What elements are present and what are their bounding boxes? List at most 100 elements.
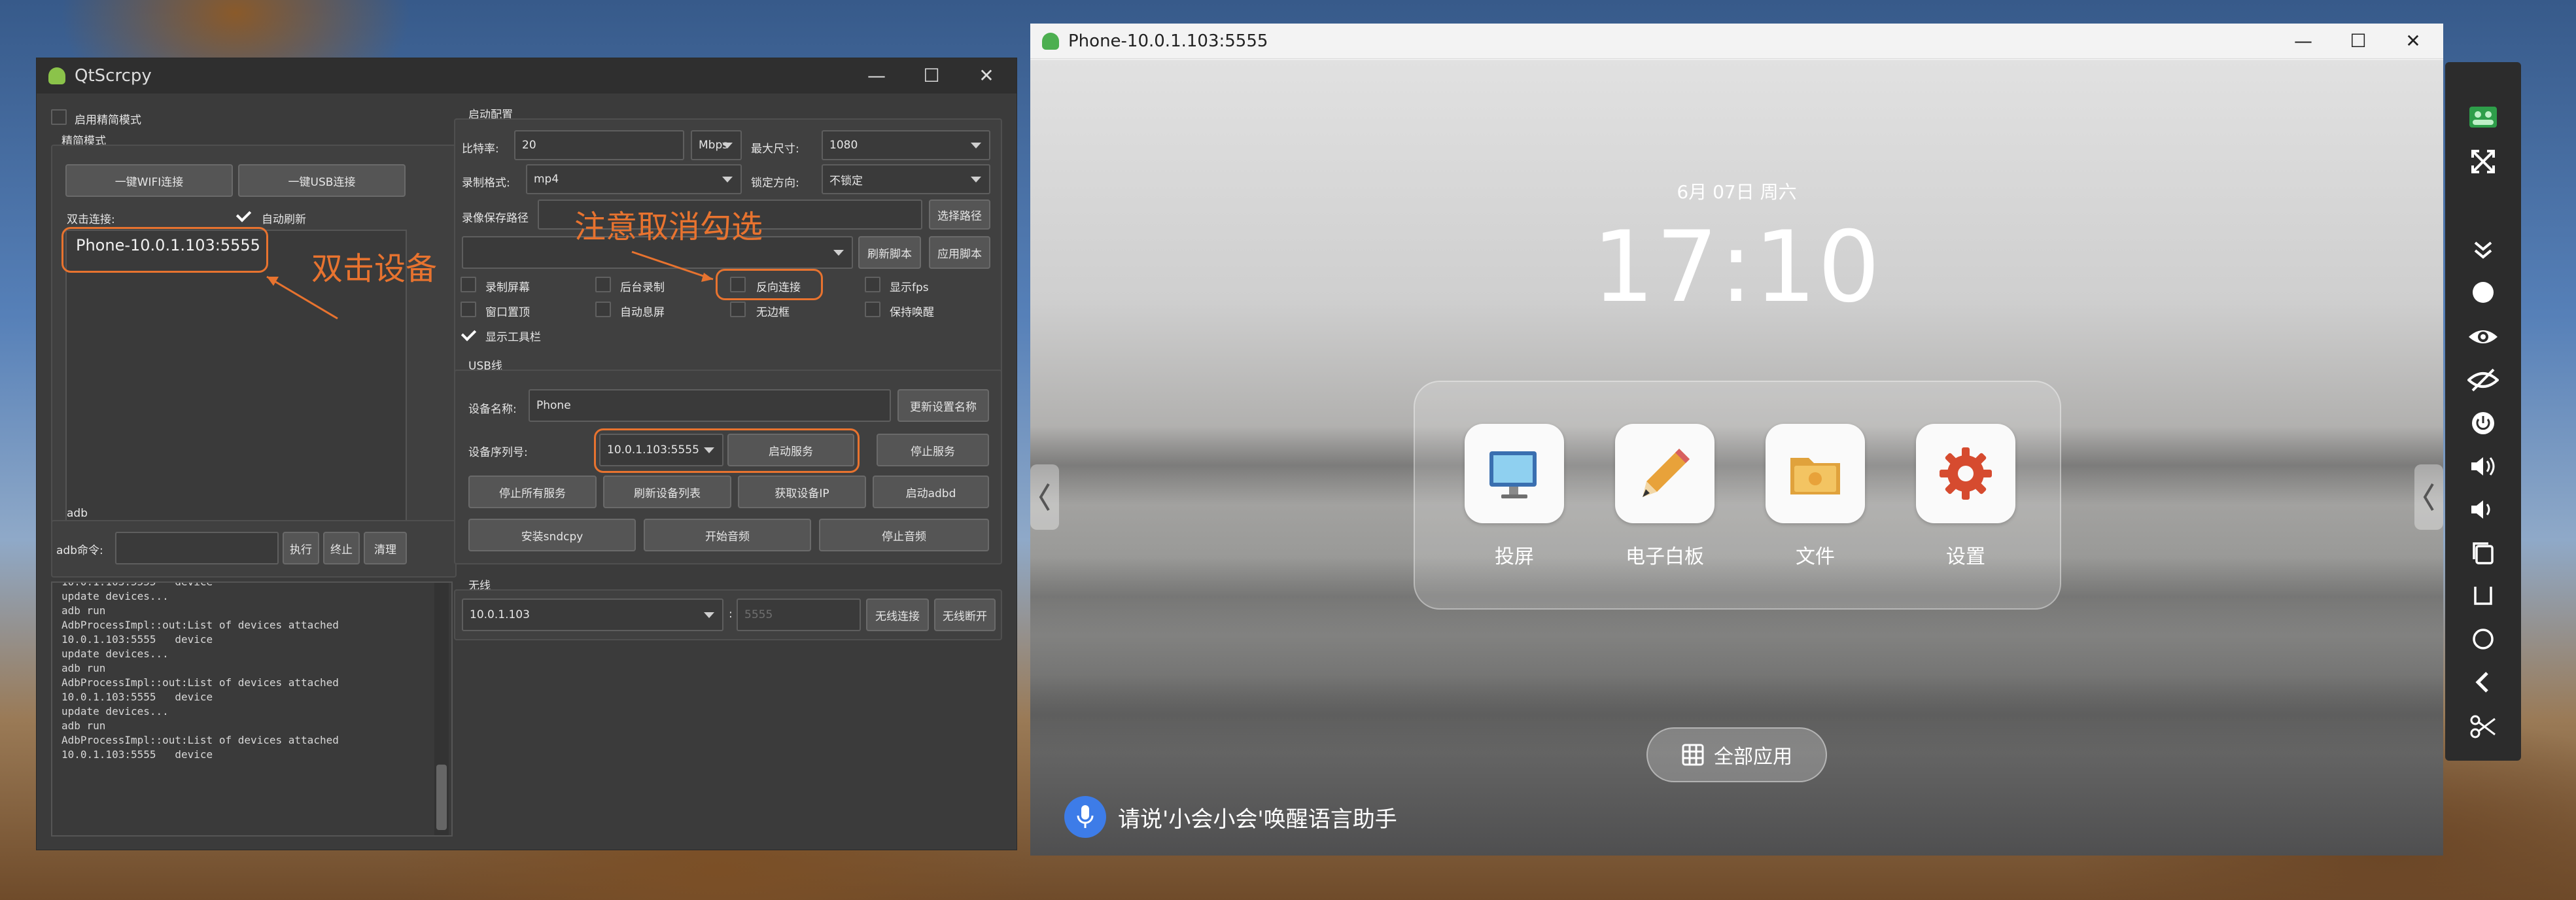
usb-connect-button[interactable]: 一键USB连接 (238, 164, 406, 197)
app-whiteboard[interactable]: 电子白板 (1612, 424, 1717, 569)
close-icon[interactable]: ✕ (968, 58, 1005, 94)
volume-up-icon[interactable] (2445, 447, 2521, 486)
adb-command-input[interactable] (115, 532, 279, 564)
log-line: adb run (61, 662, 106, 674)
fullscreen-icon[interactable] (2445, 142, 2521, 181)
log-line: 10.0.1.103:5555 device (61, 748, 213, 761)
wireless-disconnect-button[interactable]: 无线断开 (934, 598, 996, 631)
record-format-select[interactable]: mp4 (526, 164, 742, 194)
app-label: 投屏 (1495, 545, 1534, 568)
update-name-button[interactable]: 更新设置名称 (897, 389, 989, 422)
refresh-script-button[interactable]: 刷新脚本 (858, 236, 921, 269)
app-files[interactable]: 文件 (1763, 424, 1868, 569)
app-switch-icon[interactable] (2445, 533, 2521, 572)
volume-down-icon[interactable] (2445, 490, 2521, 529)
phone-screen[interactable]: 6月 07日 周六 17:10 投屏 电子白板 文件 设置 全部应用 请说'小会… (1030, 60, 2443, 856)
show-fps-checkbox[interactable] (865, 277, 880, 292)
console-scroll-thumb[interactable] (436, 765, 447, 830)
apply-script-button[interactable]: 应用脚本 (929, 236, 990, 269)
bitrate-label: 比特率: (462, 143, 499, 156)
simple-mode-label: 启用精简模式 (75, 114, 141, 127)
record-screen-label: 录制屏幕 (485, 281, 530, 294)
phone-titlebar[interactable]: Phone-10.0.1.103:5555 — ☐ ✕ (1030, 24, 2443, 59)
install-sndcpy-button[interactable]: 安装sndcpy (468, 519, 636, 551)
select-path-button[interactable]: 选择路径 (929, 199, 990, 230)
window-title: QtScrcpy (75, 66, 152, 86)
dot-icon[interactable] (2445, 273, 2521, 312)
log-line: update devices... (61, 705, 169, 718)
max-size-select[interactable]: 1080 (822, 130, 990, 160)
stay-awake-checkbox[interactable] (865, 302, 880, 317)
maximize-icon[interactable]: ☐ (913, 58, 950, 94)
circle-icon[interactable] (2445, 619, 2521, 659)
bitrate-input[interactable]: 20 (514, 130, 684, 160)
pencil-icon (1643, 449, 1690, 497)
log-console[interactable]: 10.0.1.103:5555 device update devices...… (51, 581, 453, 837)
record-screen-checkbox[interactable] (461, 277, 476, 292)
phone-window: Phone-10.0.1.103:5555 — ☐ ✕ 6月 07日 周六 17… (1030, 24, 2443, 856)
home-icon[interactable] (2445, 576, 2521, 615)
all-apps-button[interactable]: 全部应用 (1646, 727, 1827, 782)
stop-audio-button[interactable]: 停止音频 (819, 519, 989, 551)
start-audio-button[interactable]: 开始音频 (644, 519, 811, 551)
minimize-icon[interactable]: — (2285, 24, 2322, 59)
left-edge-handle[interactable] (1030, 464, 1059, 530)
collapse-icon[interactable] (2445, 230, 2521, 269)
lock-clock: 17:10 (1592, 211, 1882, 324)
auto-refresh-checkbox[interactable] (235, 207, 251, 223)
show-toolbar-checkbox[interactable] (461, 326, 476, 342)
app-dock: 投屏 电子白板 文件 设置 (1414, 381, 2061, 610)
minimize-icon[interactable]: — (858, 58, 895, 94)
adb-stop-button[interactable]: 终止 (323, 532, 360, 564)
eye-off-icon[interactable] (2445, 360, 2521, 400)
group-icon[interactable] (2445, 97, 2521, 137)
app-screencast[interactable]: 投屏 (1462, 424, 1567, 569)
scrcpy-toolbar (2445, 62, 2521, 761)
start-adbd-button[interactable]: 启动adbd (873, 476, 989, 508)
serial-label: 设备序列号: (468, 446, 528, 459)
bitrate-unit-select[interactable]: Mbps (691, 130, 742, 160)
refresh-devices-button[interactable]: 刷新设备列表 (603, 476, 731, 508)
auto-screen-off-label: 自动息屏 (620, 306, 665, 319)
record-format-label: 录制格式: (462, 177, 510, 190)
get-device-ip-button[interactable]: 获取设备IP (738, 476, 866, 508)
qtscrcpy-titlebar[interactable]: QtScrcpy — ☐ ✕ (37, 58, 1017, 94)
all-apps-label: 全部应用 (1714, 746, 1792, 769)
adb-execute-button[interactable]: 执行 (283, 532, 319, 564)
auto-screen-off-checkbox[interactable] (595, 302, 611, 317)
background-record-label: 后台录制 (620, 281, 665, 294)
scissors-icon[interactable] (2445, 707, 2521, 746)
stop-all-services-button[interactable]: 停止所有服务 (468, 476, 597, 508)
log-line: adb run (61, 604, 106, 617)
chevron-left-icon (1039, 483, 1050, 511)
lock-orientation-select[interactable]: 不锁定 (822, 164, 990, 194)
voice-assistant-hint[interactable]: 请说'小会小会'唤醒语言助手 (1064, 793, 1397, 841)
maximize-icon[interactable]: ☐ (2340, 24, 2376, 59)
log-line: 10.0.1.103:5555 device (61, 691, 213, 703)
log-line: update devices... (61, 648, 169, 660)
simple-mode-checkbox[interactable] (51, 109, 67, 125)
app-settings[interactable]: 设置 (1913, 424, 2018, 569)
wireless-port-input[interactable]: 5555 (737, 598, 861, 631)
wireless-ip-select[interactable]: 10.0.1.103 (462, 598, 723, 631)
lock-date: 6月 07日 周六 (1677, 181, 1797, 203)
adb-clear-button[interactable]: 清理 (364, 532, 407, 564)
monitor-icon (1489, 451, 1537, 498)
console-scrollbar[interactable] (434, 583, 449, 835)
wireless-connect-button[interactable]: 无线连接 (866, 598, 929, 631)
frameless-checkbox[interactable] (730, 302, 746, 317)
always-on-top-checkbox[interactable] (461, 302, 476, 317)
device-name-input[interactable]: Phone (529, 389, 891, 422)
back-icon[interactable] (2445, 663, 2521, 702)
close-icon[interactable]: ✕ (2395, 24, 2431, 59)
right-edge-handle[interactable] (2414, 464, 2443, 530)
background-record-checkbox[interactable] (595, 277, 611, 292)
stop-service-button[interactable]: 停止服务 (877, 434, 989, 466)
eye-icon[interactable] (2445, 317, 2521, 356)
stay-awake-label: 保持唤醒 (890, 306, 934, 319)
wifi-connect-button[interactable]: 一键WIFI连接 (65, 164, 233, 197)
power-icon[interactable] (2445, 404, 2521, 443)
auto-refresh-label: 自动刷新 (262, 213, 306, 226)
log-line: adb run (61, 719, 106, 732)
folder-icon (1790, 458, 1840, 494)
